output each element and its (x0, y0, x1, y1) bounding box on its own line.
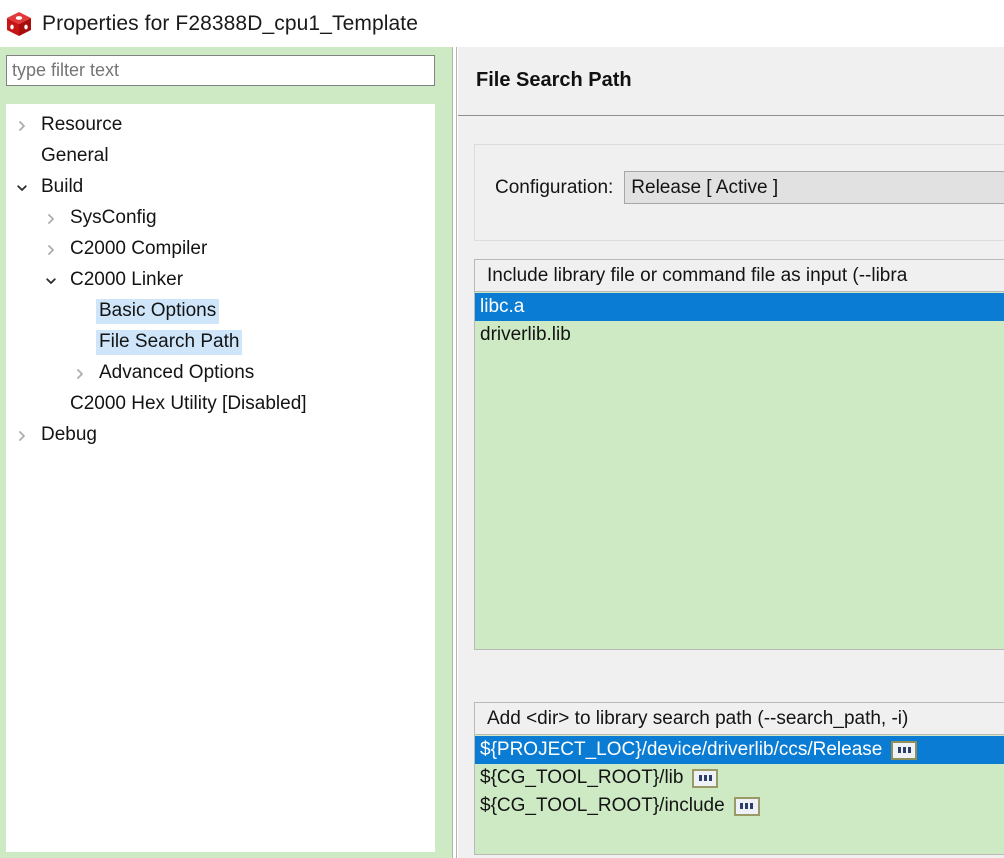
tree-item-label: C2000 Linker (70, 269, 184, 290)
list-item[interactable]: libc.a (475, 293, 1004, 321)
chevron-right-icon[interactable] (14, 430, 30, 442)
properties-dialog: Properties for F28388D_cpu1_Template Res… (0, 0, 1004, 858)
list-item-label: ${PROJECT_LOC}/device/driverlib/ccs/Rele… (480, 739, 883, 760)
list-item-label: libc.a (480, 296, 525, 317)
tree-item-label: Basic Options (96, 299, 220, 324)
tree-item-debug[interactable]: Debug (6, 420, 435, 451)
dialog-titlebar: Properties for F28388D_cpu1_Template (0, 0, 1004, 47)
tree-item-label: C2000 Hex Utility [Disabled] (70, 393, 307, 414)
chevron-right-icon[interactable] (43, 213, 59, 225)
tree-item-label: File Search Path (96, 330, 243, 355)
list-item[interactable]: ${CG_TOOL_ROOT}/lib (475, 764, 1004, 792)
library-search-path-header: Add <dir> to library search path (--sear… (474, 702, 1004, 735)
tree-item-label: Advanced Options (99, 362, 255, 383)
browse-ellipsis-button[interactable] (891, 740, 918, 760)
navigation-pane: Resource General Build SysConfig C2000 Compi… (0, 47, 452, 858)
list-item-label: ${CG_TOOL_ROOT}/lib (480, 767, 684, 788)
tree-item-label: C2000 Compiler (70, 238, 208, 259)
tree-item-label: SysConfig (70, 207, 157, 228)
ccs-cube-icon (4, 9, 34, 39)
tree-item-build[interactable]: Build (6, 172, 435, 203)
browse-ellipsis-button[interactable] (692, 768, 719, 788)
tree-item-c2000-hex-utility-disabled[interactable]: C2000 Hex Utility [Disabled] (6, 389, 435, 420)
library-search-path-list[interactable]: ${PROJECT_LOC}/device/driverlib/ccs/Rele… (474, 735, 1004, 855)
title-divider (458, 115, 1004, 116)
tree-item-advanced-options[interactable]: Advanced Options (6, 358, 435, 389)
tree-item-label: Resource (41, 114, 123, 135)
tree-item-basic-options[interactable]: Basic Options (6, 296, 435, 327)
configuration-combo[interactable]: Release [ Active ] (624, 171, 1004, 204)
tree-item-general[interactable]: General (6, 141, 435, 172)
tree-item-resource[interactable]: Resource (6, 110, 435, 141)
tree-item-file-search-path[interactable]: File Search Path (6, 327, 435, 358)
list-item-label: driverlib.lib (480, 324, 571, 345)
tree-item-label: General (41, 145, 109, 166)
tree-item-c2000-compiler[interactable]: C2000 Compiler (6, 234, 435, 265)
list-item[interactable]: ${CG_TOOL_ROOT}/include (475, 792, 1004, 820)
browse-ellipsis-button[interactable] (733, 796, 760, 816)
configuration-row: Configuration: Release [ Active ] (495, 171, 1004, 204)
chevron-down-icon[interactable] (43, 275, 59, 287)
chevron-right-icon[interactable] (72, 368, 88, 380)
tree-item-label: Build (41, 176, 84, 197)
chevron-down-icon[interactable] (14, 182, 30, 194)
configuration-group: Configuration: Release [ Active ] (474, 144, 1004, 241)
include-library-header: Include library file or command file as … (474, 259, 1004, 292)
configuration-label: Configuration: (495, 176, 614, 198)
filter-input[interactable] (6, 55, 435, 86)
chevron-right-icon[interactable] (43, 244, 59, 256)
list-item[interactable]: driverlib.lib (475, 321, 1004, 349)
list-item[interactable]: ${PROJECT_LOC}/device/driverlib/ccs/Rele… (475, 736, 1004, 764)
settings-pane: File Search Path Configuration: Release … (458, 47, 1004, 858)
page-title: File Search Path (476, 69, 632, 91)
chevron-right-icon[interactable] (14, 120, 30, 132)
tree-item-sysconfig[interactable]: SysConfig (6, 203, 435, 234)
pane-sash[interactable] (452, 47, 457, 858)
dialog-title: Properties for F28388D_cpu1_Template (42, 11, 418, 35)
settings-tree[interactable]: Resource General Build SysConfig C2000 Compi… (6, 104, 435, 852)
include-library-section: Include library file or command file as … (474, 259, 1004, 650)
include-library-list[interactable]: libc.a driverlib.lib (474, 292, 1004, 650)
list-item-label: ${CG_TOOL_ROOT}/include (480, 795, 725, 816)
tree-item-label: Debug (41, 424, 97, 445)
tree-item-c2000-linker[interactable]: C2000 Linker (6, 265, 435, 296)
library-search-path-section: Add <dir> to library search path (--sear… (474, 702, 1004, 855)
